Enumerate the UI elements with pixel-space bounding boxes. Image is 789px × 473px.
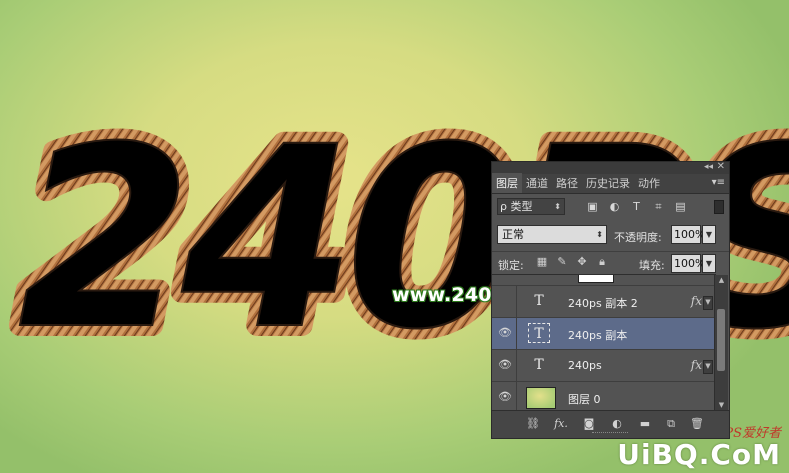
lock-all-icon[interactable]: 🔒︎ xyxy=(596,256,608,268)
layer-name[interactable]: 图层 0 xyxy=(568,391,601,407)
mask-icon[interactable]: ◙ xyxy=(582,417,596,431)
chevron-updown-icon: ⬍ xyxy=(596,230,603,239)
lock-label: 锁定: xyxy=(498,259,524,272)
mask-thumbnail xyxy=(578,275,614,283)
layers-list: T 240ps 副本 2 fx ▼ 👁︎ T 240ps 副本 👁︎ T 240… xyxy=(492,274,716,412)
resize-grip[interactable] xyxy=(592,432,628,436)
panel-bottom-toolbar: ⛓︎ fx. ◙ ◐ ▬ ⧉ 🗑︎ xyxy=(492,410,729,438)
adjustment-filter-icon[interactable]: ◐ xyxy=(609,201,620,212)
layer-name[interactable]: 240ps xyxy=(568,359,602,372)
layer-name[interactable]: 240ps 副本 2 xyxy=(568,295,638,311)
tab-actions[interactable]: 动作 xyxy=(634,173,664,193)
type-layer-thumbnail: T xyxy=(534,357,544,373)
panel-tabs: 图层 通道 路径 历史记录 动作 ▾≡ xyxy=(492,173,729,194)
close-icon[interactable]: ✕ xyxy=(717,161,725,172)
filter-kind-label: ρ 类型 xyxy=(500,200,533,213)
filter-row: ρ 类型 ⬍ ▣ ◐ T ⌗ ▤ xyxy=(492,195,729,219)
filter-toggle-switch[interactable] xyxy=(714,200,724,214)
shape-filter-icon[interactable]: ⌗ xyxy=(653,201,664,212)
tab-paths[interactable]: 路径 xyxy=(552,173,582,193)
scroll-up-icon[interactable]: ▲ xyxy=(715,275,728,286)
lock-image-pixels-icon[interactable]: ✎ xyxy=(556,256,568,268)
eye-icon[interactable]: 👁︎ xyxy=(498,327,512,339)
fill-input[interactable]: 100% xyxy=(671,254,705,273)
fill-label: 填充: xyxy=(639,259,665,272)
tab-layers[interactable]: 图层 xyxy=(492,173,522,193)
type-layer-thumbnail: T xyxy=(534,293,544,309)
layers-panel: ◂◂ ✕ 图层 通道 路径 历史记录 动作 ▾≡ ρ 类型 ⬍ ▣ ◐ T ⌗ … xyxy=(491,161,730,439)
opacity-dropdown-button[interactable]: ▼ xyxy=(702,225,716,244)
lock-position-icon[interactable]: ✥ xyxy=(576,256,588,268)
fill-dropdown-button[interactable]: ▼ xyxy=(702,254,716,273)
fx-icon[interactable]: fx xyxy=(691,358,702,372)
site-stamp-logo: UiBQ.CoM xyxy=(617,438,781,471)
tab-channels[interactable]: 通道 xyxy=(522,173,552,193)
smart-object-filter-icon[interactable]: ▤ xyxy=(675,201,686,212)
link-icon[interactable]: ⛓︎ xyxy=(526,417,540,431)
chevron-down-icon[interactable]: ▼ xyxy=(703,360,713,374)
tab-history[interactable]: 历史记录 xyxy=(582,173,634,193)
layers-scrollbar[interactable]: ▲ ▼ xyxy=(714,275,728,411)
new-layer-icon[interactable]: ⧉ xyxy=(664,417,678,431)
type-layer-thumbnail: T xyxy=(528,323,550,343)
eye-icon[interactable]: 👁︎ xyxy=(498,391,512,403)
lock-transparent-pixels-icon[interactable]: ▦ xyxy=(536,256,548,268)
chevron-updown-icon: ⬍ xyxy=(554,202,561,211)
opacity-input[interactable]: 100% xyxy=(671,225,705,244)
layer-name[interactable]: 240ps 副本 xyxy=(568,327,627,343)
chevron-down-icon[interactable]: ▼ xyxy=(703,296,713,310)
layer-row-selected[interactable]: 👁︎ T 240ps 副本 xyxy=(492,318,716,350)
image-layer-thumbnail xyxy=(526,387,556,409)
adjustment-icon[interactable]: ◐ xyxy=(610,417,624,431)
collapse-icon[interactable]: ◂◂ xyxy=(704,162,713,172)
type-filter-icon[interactable]: T xyxy=(631,201,642,212)
layer-row[interactable]: T 240ps 副本 2 fx ▼ xyxy=(492,286,716,318)
layer-row[interactable]: 👁︎ T 240ps fx ▼ xyxy=(492,350,716,382)
opacity-label: 不透明度: xyxy=(614,231,662,244)
layer-row[interactable]: 👁︎ 图层 0 xyxy=(492,382,716,412)
trash-icon[interactable]: 🗑︎ xyxy=(690,417,704,431)
blend-row: 正常 ⬍ 不透明度: 100% ▼ xyxy=(492,223,729,247)
blend-mode-value: 正常 xyxy=(502,228,524,241)
lock-row: 锁定: ▦ ✎ ✥ 🔒︎ 填充: 100% ▼ xyxy=(492,251,729,274)
blend-mode-select[interactable]: 正常 ⬍ xyxy=(497,225,607,244)
fx-icon[interactable]: fx xyxy=(691,294,702,308)
eye-icon[interactable]: 👁︎ xyxy=(498,359,512,371)
fx-icon[interactable]: fx. xyxy=(554,417,568,431)
scrollbar-thumb[interactable] xyxy=(717,309,725,371)
layer-row-partial[interactable] xyxy=(492,275,716,286)
image-filter-icon[interactable]: ▣ xyxy=(587,201,598,212)
visibility-toggle[interactable] xyxy=(498,295,512,307)
folder-icon[interactable]: ▬ xyxy=(638,417,652,431)
panel-menu-icon[interactable]: ▾≡ xyxy=(712,177,725,188)
filter-kind-select[interactable]: ρ 类型 ⬍ xyxy=(497,198,565,215)
